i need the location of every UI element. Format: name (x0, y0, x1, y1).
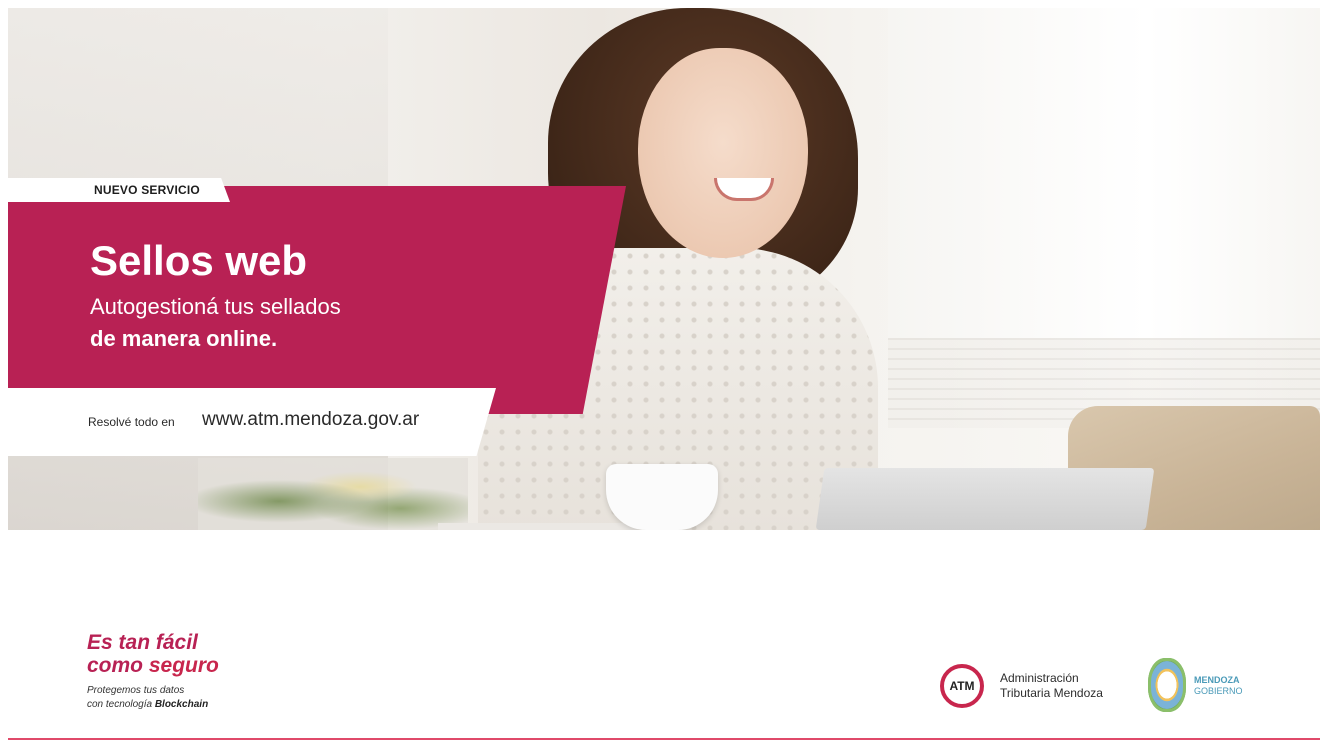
website-link[interactable]: www.atm.mendoza.gov.ar (202, 409, 419, 431)
saucer (438, 523, 638, 530)
slogan-line2-start: como (87, 654, 149, 677)
atm-logo: ATM (940, 664, 984, 708)
blockchain-note-line2: con tecnología Blockchain (87, 700, 208, 710)
laptop (815, 468, 1155, 530)
mendoza-seal-icon (1148, 658, 1186, 712)
gov-name-line2: GOBIERNO (1194, 686, 1243, 696)
new-service-label: NUEVO SERVICIO (94, 183, 200, 197)
blockchain-note-start: con tecnología (87, 699, 155, 710)
url-strip: Resolvé todo en www.atm.mendoza.gov.ar (8, 388, 496, 456)
slogan-line1: Es tan fácil (87, 631, 198, 654)
banner-title: Sellos web (90, 237, 308, 284)
url-lead-text: Resolvé todo en (88, 415, 175, 429)
slogan-emphasis: seguro (148, 654, 219, 677)
blockchain-note-line1: Protegemos tus datos (87, 685, 185, 696)
atm-name-line2: Tributaria Mendoza (1000, 686, 1103, 700)
banner-subtitle-line1: Autogestioná tus sellados (90, 294, 341, 319)
banner-subtitle-line2: de manera online. (90, 326, 278, 351)
coffee-cup (606, 464, 718, 530)
atm-name-line1: Administración (1000, 671, 1079, 685)
atm-logo-text: ATM (949, 679, 975, 693)
new-service-tag: NUEVO SERVICIO (8, 178, 230, 202)
slogan-line2: como seguro (87, 655, 219, 676)
gov-name-line1: MENDOZA (1194, 675, 1240, 685)
woman-face (638, 48, 808, 258)
plant (198, 458, 468, 530)
blockchain-word: Blockchain (154, 699, 209, 710)
